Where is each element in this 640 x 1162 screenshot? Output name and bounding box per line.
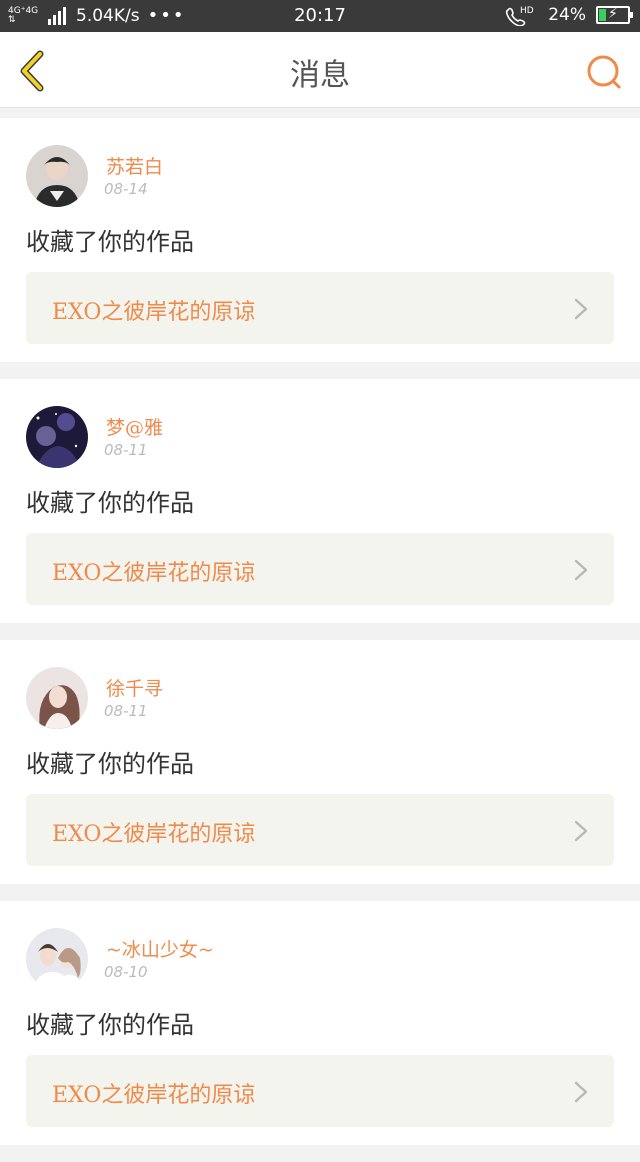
message-date: 08-11 — [104, 702, 148, 720]
user-name[interactable]: 梦@雅 — [106, 413, 163, 440]
work-link[interactable]: EXO之彼岸花的原谅 — [26, 533, 614, 605]
hd-call-icon: HD — [506, 6, 534, 26]
chevron-right-icon — [574, 559, 588, 581]
message-text: 收藏了你的作品 — [26, 228, 194, 256]
work-title: EXO之彼岸花的原谅 — [52, 1083, 256, 1108]
user-name[interactable]: 徐千寻 — [106, 674, 163, 701]
work-title: EXO之彼岸花的原谅 — [52, 300, 256, 325]
message-date: 08-14 — [104, 180, 148, 198]
top-nav-bar: 消息 — [0, 32, 640, 108]
battery-icon: ⚡ — [596, 6, 633, 24]
status-bar: 4G⁺4G ⇅ 5.04K/s ••• 20:17 HD 24% ⚡ — [0, 0, 640, 32]
work-link[interactable]: EXO之彼岸花的原谅 — [26, 1055, 614, 1127]
message-date: 08-11 — [104, 441, 148, 459]
chevron-right-icon — [574, 298, 588, 320]
user-name[interactable]: ~冰山少女~ — [106, 935, 214, 962]
message-card: ~冰山少女~ 08-10 收藏了你的作品 EXO之彼岸花的原谅 — [0, 901, 640, 1145]
chevron-right-icon — [574, 1081, 588, 1103]
avatar[interactable] — [26, 667, 88, 729]
work-link[interactable]: EXO之彼岸花的原谅 — [26, 794, 614, 866]
hd-label: HD — [520, 6, 534, 16]
avatar[interactable] — [26, 406, 88, 468]
message-card: 苏若白 08-14 收藏了你的作品 EXO之彼岸花的原谅 — [0, 118, 640, 362]
message-text: 收藏了你的作品 — [26, 1011, 194, 1039]
battery-percent: 24% — [548, 5, 586, 25]
message-list: 苏若白 08-14 收藏了你的作品 EXO之彼岸花的原谅 梦@雅 08-11 收… — [0, 118, 640, 1162]
message-text: 收藏了你的作品 — [26, 489, 194, 517]
work-title: EXO之彼岸花的原谅 — [52, 561, 256, 586]
avatar[interactable] — [26, 145, 88, 207]
chevron-right-icon — [574, 820, 588, 842]
message-card: 徐千寻 08-11 收藏了你的作品 EXO之彼岸花的原谅 — [0, 640, 640, 884]
search-icon[interactable] — [584, 52, 624, 92]
message-card: 梦@雅 08-11 收藏了你的作品 EXO之彼岸花的原谅 — [0, 379, 640, 623]
avatar[interactable] — [26, 928, 88, 990]
user-name[interactable]: 苏若白 — [106, 152, 163, 179]
work-link[interactable]: EXO之彼岸花的原谅 — [26, 272, 614, 344]
page-title: 消息 — [290, 58, 350, 93]
message-date: 08-10 — [104, 963, 148, 981]
message-text: 收藏了你的作品 — [26, 750, 194, 778]
work-title: EXO之彼岸花的原谅 — [52, 822, 256, 847]
